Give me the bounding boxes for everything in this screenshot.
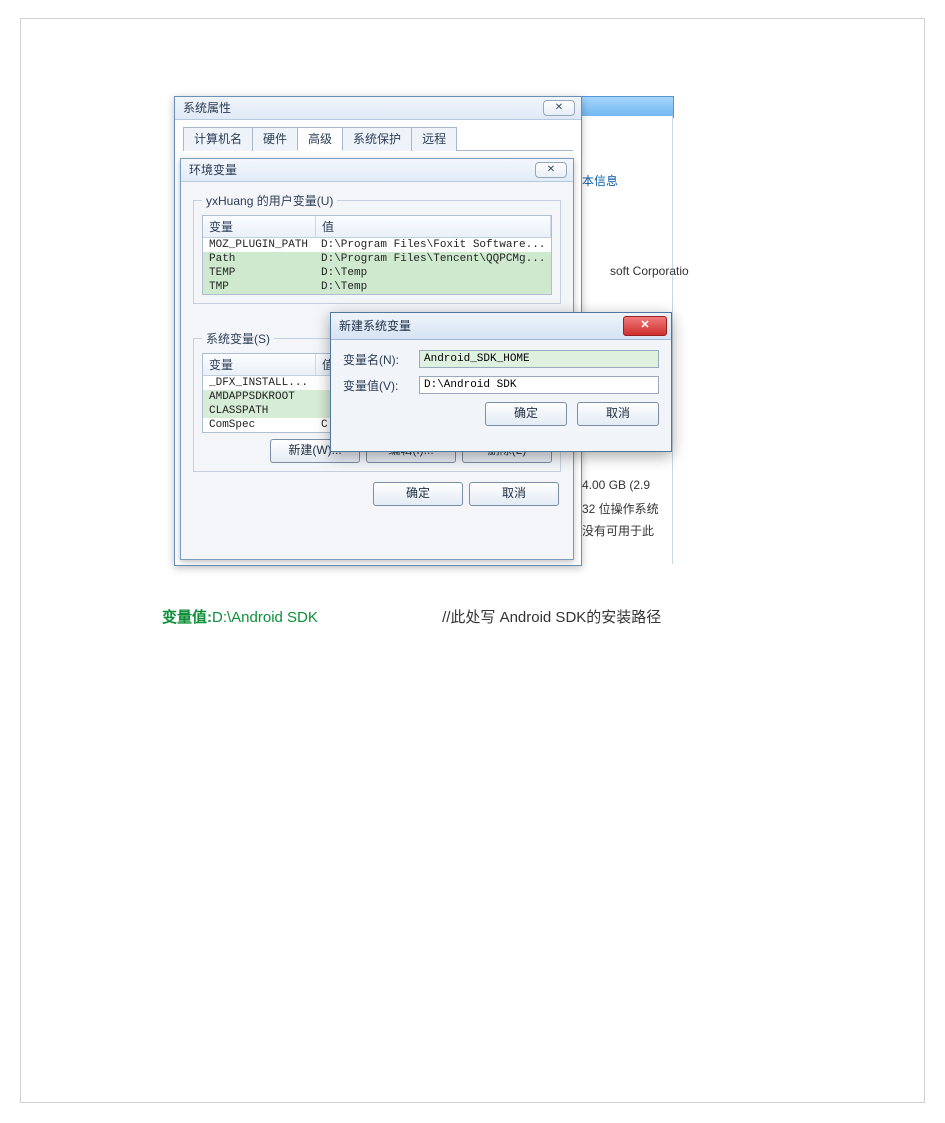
cancel-button[interactable]: 取消	[469, 482, 559, 506]
variable-name-input[interactable]	[419, 350, 659, 368]
list-header: 变量 值	[203, 216, 551, 238]
var-value: D:\Program Files\Foxit Software...	[315, 238, 551, 252]
newvar-button-row: 确定 取消	[343, 402, 659, 426]
newvar-titlebar[interactable]: 新建系统变量 ✕	[331, 313, 671, 340]
new-system-variable-dialog: 新建系统变量 ✕ 变量名(N): 变量值(V): 确定 取消	[330, 312, 672, 452]
var-name: CLASSPATH	[203, 404, 315, 418]
tab-system-protection[interactable]: 系统保护	[342, 127, 412, 151]
bg-corp-label: soft Corporatio	[610, 264, 689, 278]
caption-line: 变量值:D:\Android SDK //此处写 Android SDK的安装路…	[162, 606, 661, 627]
var-name: Path	[203, 252, 315, 266]
bg-info-link[interactable]: 本信息	[582, 172, 618, 189]
bg-pen-label: 没有可用于此	[582, 522, 654, 539]
var-name: MOZ_PLUGIN_PATH	[203, 238, 315, 252]
var-name: TMP	[203, 280, 315, 294]
user-variables-group: yxHuang 的用户变量(U) 变量 值 MOZ_PLUGIN_PATH D:…	[193, 192, 561, 304]
variable-value-label: 变量值(V):	[343, 377, 419, 394]
tab-strip: 计算机名 硬件 高级 系统保护 远程	[183, 126, 573, 151]
caption-label: 变量值:	[162, 609, 212, 626]
user-variables-legend: yxHuang 的用户变量(U)	[202, 192, 337, 209]
var-name: AMDAPPSDKROOT	[203, 390, 315, 404]
var-name: _DFX_INSTALL...	[203, 376, 315, 390]
var-name: ComSpec	[203, 418, 315, 432]
ok-button[interactable]: 确定	[485, 402, 567, 426]
var-value: D:\Temp	[315, 266, 551, 280]
close-icon[interactable]: ✕	[623, 316, 667, 336]
system-variables-legend: 系统变量(S)	[202, 330, 274, 347]
caption-value: D:\Android SDK	[212, 609, 318, 626]
tab-advanced[interactable]: 高级	[297, 127, 343, 151]
variable-value-input[interactable]	[419, 376, 659, 394]
close-icon[interactable]: ✕	[535, 162, 567, 178]
cancel-button[interactable]: 取消	[577, 402, 659, 426]
newvar-body: 变量名(N): 变量值(V): 确定 取消	[331, 340, 671, 434]
close-icon[interactable]: ✕	[543, 100, 575, 116]
variable-name-row: 变量名(N):	[343, 350, 659, 368]
system-properties-title: 系统属性	[183, 101, 231, 115]
system-properties-titlebar[interactable]: 系统属性 ✕	[175, 97, 581, 120]
col-variable[interactable]: 变量	[203, 354, 316, 375]
dialog-button-row: 确定 取消	[181, 482, 559, 506]
newvar-title: 新建系统变量	[339, 319, 411, 333]
envvar-titlebar[interactable]: 环境变量 ✕	[181, 159, 573, 182]
col-value[interactable]: 值	[316, 216, 551, 237]
variable-name-label: 变量名(N):	[343, 351, 419, 368]
variable-value-row: 变量值(V):	[343, 376, 659, 394]
table-row[interactable]: Path D:\Program Files\Tencent\QQPCMg...	[203, 252, 551, 266]
bg-ram-label: 4.00 GB (2.9	[582, 478, 650, 492]
envvar-title: 环境变量	[189, 163, 237, 177]
tab-hardware[interactable]: 硬件	[252, 127, 298, 151]
user-variables-list[interactable]: 变量 值 MOZ_PLUGIN_PATH D:\Program Files\Fo…	[202, 215, 552, 295]
table-row[interactable]: TMP D:\Temp	[203, 280, 551, 294]
bg-os-label: 32 位操作系统	[582, 500, 659, 517]
var-name: TEMP	[203, 266, 315, 280]
tab-computer-name[interactable]: 计算机名	[183, 127, 253, 151]
col-variable[interactable]: 变量	[203, 216, 316, 237]
tab-remote[interactable]: 远程	[411, 127, 457, 151]
var-value: D:\Program Files\Tencent\QQPCMg...	[315, 252, 551, 266]
var-value: D:\Temp	[315, 280, 551, 294]
caption-comment: //此处写 Android SDK的安装路径	[442, 609, 661, 626]
table-row[interactable]: MOZ_PLUGIN_PATH D:\Program Files\Foxit S…	[203, 238, 551, 252]
table-row[interactable]: TEMP D:\Temp	[203, 266, 551, 280]
ok-button[interactable]: 确定	[373, 482, 463, 506]
